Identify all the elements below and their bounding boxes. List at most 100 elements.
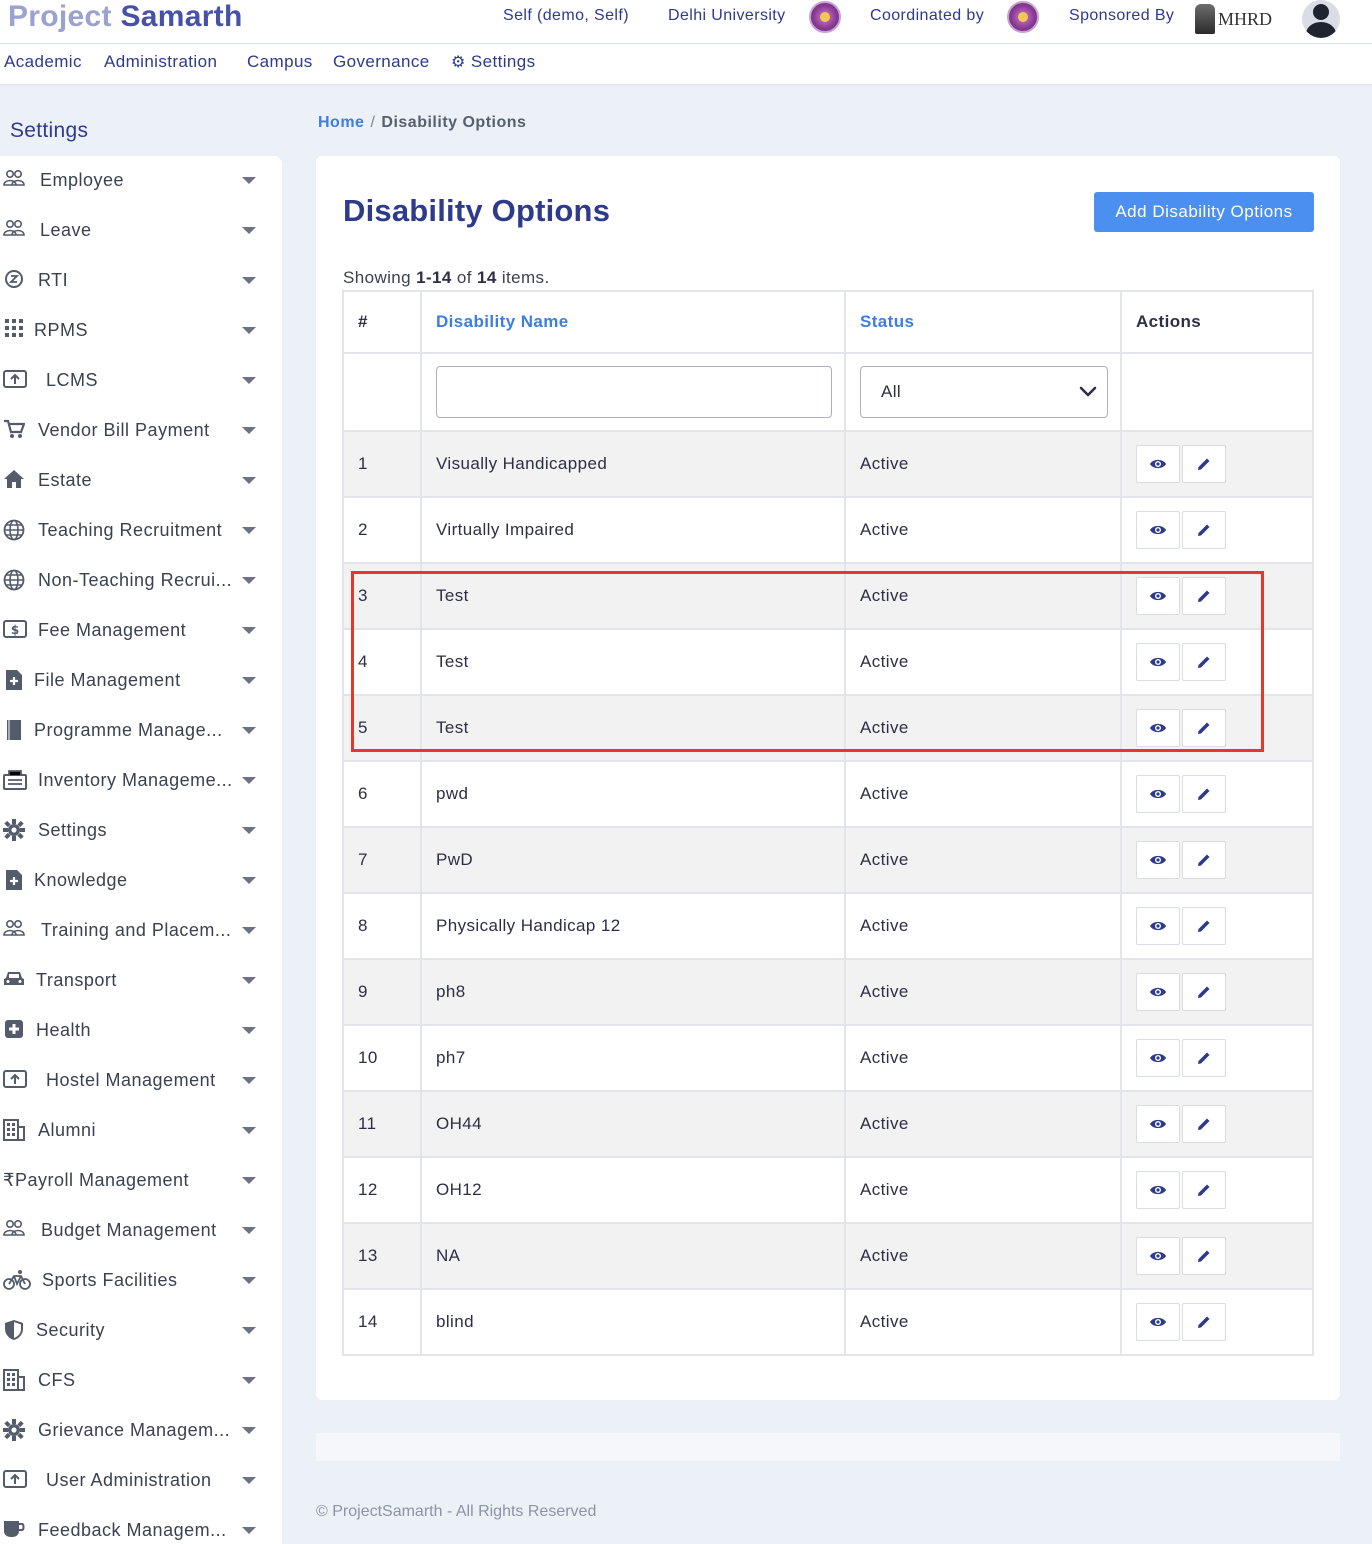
disability-name-filter-input[interactable] (436, 366, 832, 418)
view-button[interactable] (1136, 709, 1180, 747)
caret-down-icon[interactable] (242, 427, 256, 434)
sidebar-item-grievance-managem[interactable]: Grievance Managem... (0, 1406, 282, 1456)
edit-button[interactable] (1182, 907, 1226, 945)
caret-down-icon[interactable] (242, 177, 256, 184)
sidebar-item-knowledge[interactable]: Knowledge (0, 856, 282, 906)
caret-down-icon[interactable] (242, 777, 256, 784)
view-button[interactable] (1136, 1303, 1180, 1341)
sidebar-item-sports-facilities[interactable]: Sports Facilities (0, 1256, 282, 1306)
sidebar-item-security[interactable]: Security (0, 1306, 282, 1356)
sidebar-item-leave[interactable]: Leave (0, 206, 282, 256)
caret-down-icon[interactable] (242, 927, 256, 934)
caret-down-icon[interactable] (242, 977, 256, 984)
view-button[interactable] (1136, 1237, 1180, 1275)
app-logo[interactable]: Project Samarth (8, 0, 243, 34)
caret-down-icon[interactable] (242, 1227, 256, 1234)
caret-down-icon[interactable] (242, 577, 256, 584)
column-header-status[interactable]: Status (844, 290, 1122, 354)
sidebar-item-vendor-bill-payment[interactable]: Vendor Bill Payment (0, 406, 282, 456)
sidebar-item-teaching-recruitment[interactable]: Teaching Recruitment (0, 506, 282, 556)
view-button[interactable] (1136, 775, 1180, 813)
caret-down-icon[interactable] (242, 1077, 256, 1084)
sidebar-item-training-and-placem[interactable]: Training and Placem... (0, 906, 282, 956)
sidebar-item-estate[interactable]: Estate (0, 456, 282, 506)
edit-button[interactable] (1182, 577, 1226, 615)
caret-down-icon[interactable] (242, 1277, 256, 1284)
caret-down-icon[interactable] (242, 477, 256, 484)
edit-button[interactable] (1182, 709, 1226, 747)
view-button[interactable] (1136, 1171, 1180, 1209)
add-disability-options-button[interactable]: Add Disability Options (1094, 192, 1314, 232)
caret-down-icon[interactable] (242, 327, 256, 334)
view-button[interactable] (1136, 841, 1180, 879)
caret-down-icon[interactable] (242, 377, 256, 384)
sidebar-item-rpms[interactable]: RPMS (0, 306, 282, 356)
sidebar-item-inventory-manageme[interactable]: Inventory Manageme... (0, 756, 282, 806)
sidebar-item-payroll-management[interactable]: ₹Payroll Management (0, 1156, 282, 1206)
edit-button[interactable] (1182, 643, 1226, 681)
breadcrumb-home[interactable]: Home (318, 114, 364, 131)
edit-button[interactable] (1182, 511, 1226, 549)
sidebar-item-programme-manage[interactable]: Programme Manage... (0, 706, 282, 756)
menu-governance[interactable]: Governance (333, 52, 430, 72)
sidebar-item-alumni[interactable]: Alumni (0, 1106, 282, 1156)
caret-down-icon[interactable] (242, 877, 256, 884)
sidebar-item-transport[interactable]: Transport (0, 956, 282, 1006)
menu-campus[interactable]: Campus (247, 52, 313, 72)
caret-down-icon[interactable] (242, 1027, 256, 1034)
caret-down-icon[interactable] (242, 627, 256, 634)
caret-down-icon[interactable] (242, 1127, 256, 1134)
sidebar-item-user-administration[interactable]: User Administration (0, 1456, 282, 1506)
sidebar-item-non-teaching-recrui[interactable]: Non-Teaching Recrui... (0, 556, 282, 606)
status-filter-select[interactable]: All (860, 366, 1108, 418)
menu-settings[interactable]: ⚙ Settings (451, 52, 536, 72)
current-user-label[interactable]: Self (demo, Self) (503, 7, 629, 25)
sidebar-item-rti[interactable]: RTI (0, 256, 282, 306)
caret-down-icon[interactable] (242, 1177, 256, 1184)
caret-down-icon[interactable] (242, 1527, 256, 1534)
edit-button[interactable] (1182, 1171, 1226, 1209)
caret-down-icon[interactable] (242, 677, 256, 684)
user-avatar[interactable] (1302, 0, 1340, 38)
sidebar-item-feedback-managem[interactable]: Feedback Managem... (0, 1506, 282, 1544)
caret-down-icon[interactable] (242, 827, 256, 834)
view-button[interactable] (1136, 445, 1180, 483)
view-button[interactable] (1136, 643, 1180, 681)
sidebar-item-lcms[interactable]: LCMS (0, 356, 282, 406)
sidebar-item-file-management[interactable]: File Management (0, 656, 282, 706)
caret-down-icon[interactable] (242, 277, 256, 284)
edit-button[interactable] (1182, 973, 1226, 1011)
edit-button[interactable] (1182, 1039, 1226, 1077)
sidebar-item-settings[interactable]: Settings (0, 806, 282, 856)
view-button[interactable] (1136, 907, 1180, 945)
caret-down-icon[interactable] (242, 227, 256, 234)
sidebar-item-health[interactable]: Health (0, 1006, 282, 1056)
edit-button[interactable] (1182, 1303, 1226, 1341)
caret-down-icon[interactable] (242, 527, 256, 534)
sidebar-item-budget-management[interactable]: Budget Management (0, 1206, 282, 1256)
university-name[interactable]: Delhi University (668, 7, 786, 25)
caret-down-icon[interactable] (242, 1327, 256, 1334)
view-button[interactable] (1136, 511, 1180, 549)
caret-down-icon[interactable] (242, 1477, 256, 1484)
sidebar-item-fee-management[interactable]: $ Fee Management (0, 606, 282, 656)
edit-button[interactable] (1182, 841, 1226, 879)
edit-button[interactable] (1182, 775, 1226, 813)
column-header-disability-name[interactable]: Disability Name (420, 290, 846, 354)
view-button[interactable] (1136, 1105, 1180, 1143)
caret-down-icon[interactable] (242, 1427, 256, 1434)
menu-administration[interactable]: Administration (104, 52, 217, 72)
edit-button[interactable] (1182, 445, 1226, 483)
caret-down-icon[interactable] (242, 727, 256, 734)
sidebar-item-employee[interactable]: Employee (0, 156, 282, 206)
edit-button[interactable] (1182, 1105, 1226, 1143)
view-button[interactable] (1136, 577, 1180, 615)
view-button[interactable] (1136, 1039, 1180, 1077)
edit-button[interactable] (1182, 1237, 1226, 1275)
caret-down-icon[interactable] (242, 1377, 256, 1384)
sidebar-item-hostel-management[interactable]: Hostel Management (0, 1056, 282, 1106)
sidebar-item-cfs[interactable]: CFS (0, 1356, 282, 1406)
menu-academic[interactable]: Academic (4, 52, 82, 72)
view-button[interactable] (1136, 973, 1180, 1011)
filter-cell-actions (1120, 352, 1314, 432)
